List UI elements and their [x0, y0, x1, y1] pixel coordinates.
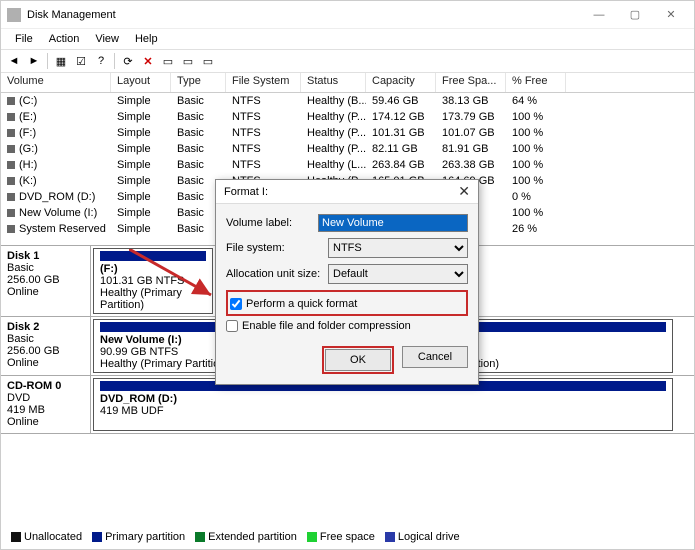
- quick-format-checkbox[interactable]: [230, 298, 242, 310]
- compression-checkbox[interactable]: [226, 320, 238, 332]
- col-layout[interactable]: Layout: [111, 73, 171, 92]
- legend-extended: Extended partition: [208, 531, 297, 543]
- legend-unallocated: Unallocated: [24, 531, 82, 543]
- partition[interactable]: DVD_ROM (D:)419 MB UDF: [93, 378, 673, 431]
- quick-format-label: Perform a quick format: [246, 298, 357, 310]
- page-icon[interactable]: ▭: [179, 52, 197, 70]
- col-free[interactable]: Free Spa...: [436, 73, 506, 92]
- volume-row[interactable]: (G:)SimpleBasicNTFSHealthy (P...82.11 GB…: [1, 141, 694, 157]
- back-icon[interactable]: ◄: [5, 52, 23, 70]
- format-dialog: Format I: ✕ Volume label: File system: N…: [215, 179, 479, 385]
- menu-help[interactable]: Help: [129, 31, 164, 47]
- volume-row[interactable]: (F:)SimpleBasicNTFSHealthy (P...101.31 G…: [1, 125, 694, 141]
- minimize-button[interactable]: —: [582, 4, 616, 26]
- compression-label: Enable file and folder compression: [242, 320, 411, 332]
- col-capacity[interactable]: Capacity: [366, 73, 436, 92]
- legend-logical: Logical drive: [398, 531, 460, 543]
- refresh-icon[interactable]: ⟳: [119, 52, 137, 70]
- dialog-close-icon[interactable]: ✕: [458, 183, 470, 200]
- volume-label-label: Volume label:: [226, 217, 318, 229]
- maximize-button[interactable]: ▢: [618, 4, 652, 26]
- app-icon: [7, 8, 21, 22]
- menu-bar: File Action View Help: [1, 29, 694, 49]
- volume-row[interactable]: (C:)SimpleBasicNTFSHealthy (B...59.46 GB…: [1, 93, 694, 109]
- col-filesystem[interactable]: File System: [226, 73, 301, 92]
- menu-action[interactable]: Action: [43, 31, 86, 47]
- col-type[interactable]: Type: [171, 73, 226, 92]
- help-icon[interactable]: ?: [92, 52, 110, 70]
- allocation-select[interactable]: Default: [328, 264, 468, 284]
- partition[interactable]: (F:)101.31 GB NTFSHealthy (Primary Parti…: [93, 248, 213, 314]
- menu-file[interactable]: File: [9, 31, 39, 47]
- volume-row[interactable]: (H:)SimpleBasicNTFSHealthy (L...263.84 G…: [1, 157, 694, 173]
- window-title: Disk Management: [27, 9, 582, 21]
- legend-primary: Primary partition: [105, 531, 185, 543]
- filesystem-label: File system:: [226, 242, 328, 254]
- allocation-label: Allocation unit size:: [226, 268, 328, 280]
- cancel-button[interactable]: Cancel: [402, 346, 468, 368]
- filesystem-select[interactable]: NTFS: [328, 238, 468, 258]
- col-pctfree[interactable]: % Free: [506, 73, 566, 92]
- page2-icon[interactable]: ▭: [199, 52, 217, 70]
- close-button[interactable]: ✕: [654, 4, 688, 26]
- volume-row[interactable]: (E:)SimpleBasicNTFSHealthy (P...174.12 G…: [1, 109, 694, 125]
- legend: Unallocated Primary partition Extended p…: [7, 529, 464, 545]
- legend-free: Free space: [320, 531, 375, 543]
- menu-view[interactable]: View: [89, 31, 125, 47]
- dialog-title: Format I:: [224, 186, 458, 198]
- properties-icon[interactable]: ☑: [72, 52, 90, 70]
- volume-list-header: Volume Layout Type File System Status Ca…: [1, 73, 694, 93]
- toolbar: ◄ ► ▦ ☑ ? ⟳ ✕ ▭ ▭ ▭: [1, 49, 694, 73]
- col-volume[interactable]: Volume: [1, 73, 111, 92]
- ok-button[interactable]: OK: [325, 349, 391, 371]
- grid-icon[interactable]: ▦: [52, 52, 70, 70]
- delete-icon[interactable]: ✕: [139, 52, 157, 70]
- volume-label-input[interactable]: [318, 214, 468, 232]
- title-bar: Disk Management — ▢ ✕: [1, 1, 694, 29]
- wizard-icon[interactable]: ▭: [159, 52, 177, 70]
- col-status[interactable]: Status: [301, 73, 366, 92]
- forward-icon[interactable]: ►: [25, 52, 43, 70]
